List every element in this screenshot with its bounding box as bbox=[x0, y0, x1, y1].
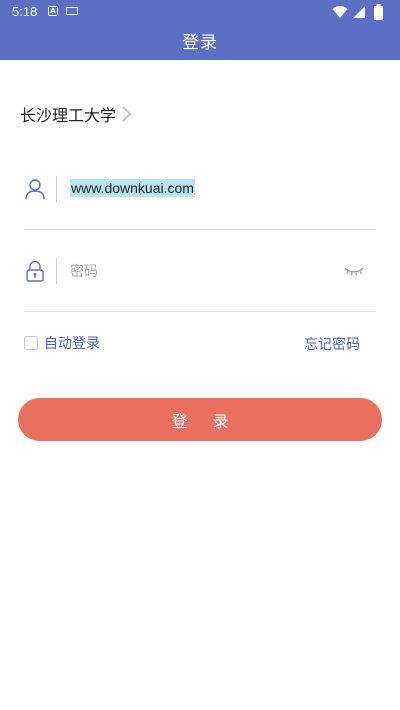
login-button[interactable]: 登 录 bbox=[18, 398, 382, 441]
auto-login-label: 自动登录 bbox=[44, 336, 100, 352]
signal-icon bbox=[353, 6, 365, 18]
field-divider bbox=[56, 258, 57, 284]
status-icons bbox=[332, 4, 390, 20]
a-notification-icon: A bbox=[48, 6, 58, 16]
page-title: 登录 bbox=[182, 33, 218, 53]
eye-closed-icon[interactable] bbox=[344, 266, 364, 276]
password-field bbox=[24, 248, 376, 312]
forgot-password-link[interactable]: 忘记密码 bbox=[304, 334, 360, 354]
password-input[interactable] bbox=[70, 260, 340, 282]
auto-login-option[interactable]: 自动登录 bbox=[24, 333, 100, 353]
username-field: www.downkuai.com bbox=[24, 166, 376, 230]
status-time: 5:18 bbox=[12, 4, 38, 19]
app-bar: 5:18 A 登录 bbox=[0, 0, 400, 60]
keyboard-icon bbox=[66, 7, 78, 15]
field-divider bbox=[56, 176, 57, 202]
user-icon bbox=[25, 179, 45, 200]
auto-login-checkbox[interactable] bbox=[24, 336, 38, 350]
chevron-right-icon bbox=[122, 106, 132, 122]
school-selector[interactable]: 长沙理工大学 bbox=[20, 102, 132, 126]
wifi-icon bbox=[332, 6, 348, 19]
battery-icon bbox=[374, 4, 383, 20]
username-input[interactable]: www.downkuai.com bbox=[70, 179, 195, 197]
school-name: 长沙理工大学 bbox=[20, 106, 117, 125]
status-bar: 5:18 A bbox=[0, 0, 400, 24]
lock-icon bbox=[26, 260, 44, 282]
